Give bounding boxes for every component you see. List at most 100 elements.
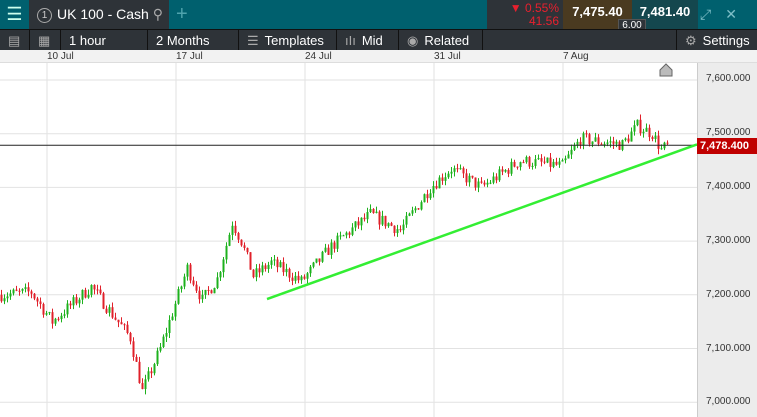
candle: [198, 290, 201, 300]
candle: [216, 277, 219, 289]
candle: [135, 356, 138, 362]
candle: [189, 264, 192, 281]
candle: [177, 289, 180, 304]
candle: [420, 202, 423, 210]
candle: [261, 265, 264, 273]
candle: [474, 177, 477, 188]
y-label: 7,500.000: [706, 127, 751, 138]
candle: [210, 290, 213, 294]
current-price-label: 7,478.400: [697, 138, 757, 154]
candle: [423, 194, 426, 203]
candle: [234, 225, 237, 234]
y-label: 7,300.000: [706, 235, 751, 246]
candle: [54, 318, 57, 324]
candle: [429, 193, 432, 199]
hamburger-icon[interactable]: ☰: [0, 0, 29, 29]
candle: [522, 162, 525, 164]
expand-icon[interactable]: ⤢: [700, 6, 711, 22]
instrument-tab[interactable]: 1 UK 100 - Cash ⚲: [29, 0, 169, 29]
candle: [480, 181, 483, 183]
interval-button[interactable]: 1 hour: [61, 30, 148, 51]
chart-toolbar: ▤ ▦ 1 hour 2 Months ☰ Templates ıIı Mid ◉ R…: [0, 29, 757, 51]
candle: [543, 161, 546, 163]
candle: [324, 247, 327, 252]
templates-button[interactable]: ☰ Templates: [239, 30, 337, 51]
candle: [327, 247, 330, 255]
candle: [192, 280, 195, 285]
candle: [285, 268, 288, 273]
candle: [237, 233, 240, 240]
candle: [375, 211, 378, 214]
y-label: 7,100.000: [706, 343, 751, 354]
candle: [9, 293, 12, 297]
candle: [519, 162, 522, 168]
range-button[interactable]: 2 Months: [148, 30, 239, 51]
y-label: 7,200.000: [706, 289, 751, 300]
candle: [51, 312, 54, 324]
candle: [18, 290, 21, 292]
candle: [213, 288, 216, 294]
candle: [432, 185, 435, 194]
candle: [639, 119, 642, 134]
candle: [144, 379, 147, 390]
candle: [69, 303, 72, 306]
price-axis[interactable]: 7,600.000 7,500.000 7,400.000 7,300.000 …: [697, 63, 757, 417]
add-tab-button[interactable]: +: [176, 0, 188, 29]
candle: [525, 156, 528, 163]
candle: [552, 161, 555, 167]
candle: [150, 371, 153, 374]
candle: [582, 133, 585, 146]
candle: [468, 175, 471, 183]
candle: [243, 245, 246, 248]
y-label: 7,000.000: [706, 396, 751, 407]
candle: [321, 251, 324, 262]
candle: [219, 272, 222, 278]
candle: [30, 291, 33, 294]
candle: [21, 288, 24, 291]
candle: [567, 154, 570, 159]
candle: [249, 252, 252, 270]
candle: [276, 259, 279, 268]
layout-icon[interactable]: ▦: [30, 30, 61, 51]
candle: [342, 235, 345, 237]
candle: [390, 223, 393, 226]
candle: [507, 169, 510, 174]
gear-icon: ⚙: [685, 33, 697, 48]
candle: [387, 223, 390, 227]
candle: [393, 225, 396, 234]
close-icon[interactable]: ✕: [725, 6, 737, 22]
candle: [462, 168, 465, 174]
candle: [426, 194, 429, 199]
candle: [48, 312, 51, 314]
candle: [585, 133, 588, 135]
candle: [240, 239, 243, 246]
settings-button[interactable]: ⚙ Settings: [676, 30, 757, 51]
candle: [372, 208, 375, 214]
list-icon[interactable]: ▤: [0, 30, 30, 51]
candle: [435, 185, 438, 189]
search-icon[interactable]: ⚲: [153, 6, 163, 22]
candle: [510, 161, 513, 174]
candle: [345, 232, 348, 236]
price-type-button[interactable]: ıIı Mid: [337, 30, 399, 51]
date-label: 31 Jul: [434, 51, 461, 62]
candle: [624, 138, 627, 141]
candle: [636, 119, 639, 126]
candle: [303, 276, 306, 279]
candle: [165, 333, 168, 337]
candle: [330, 242, 333, 255]
candle: [138, 361, 141, 384]
candle: [495, 176, 498, 181]
candle: [171, 316, 174, 320]
candle: [333, 242, 336, 249]
candle: [102, 293, 105, 309]
candle: [291, 277, 294, 281]
candle: [96, 289, 99, 291]
price-chart[interactable]: [0, 63, 697, 417]
top-bar: ☰ 1 UK 100 - Cash ⚲ + ▼ 0.55% 41.56 7,475.…: [0, 0, 757, 31]
scroll-to-latest-icon[interactable]: [659, 63, 673, 77]
related-button[interactable]: ◉ Related: [399, 30, 483, 51]
candle: [603, 143, 606, 145]
candle: [537, 158, 540, 160]
candle: [312, 262, 315, 267]
